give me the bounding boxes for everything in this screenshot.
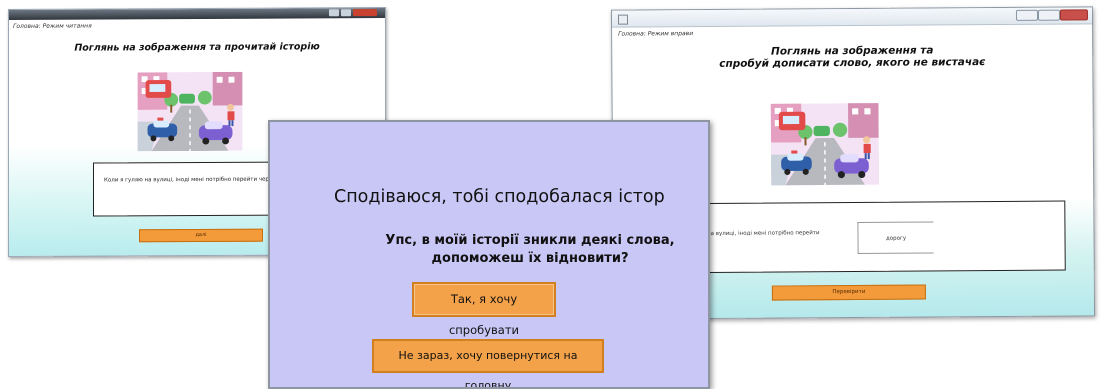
answer-input[interactable]: дорогу [857, 221, 934, 254]
minimize-icon[interactable] [1015, 9, 1039, 21]
next-button[interactable]: далі [139, 228, 263, 243]
page-title-line2: спробуй дописати слово, якого не вистача… [719, 56, 986, 70]
title-bar [611, 7, 1093, 28]
page-title: Поглянь на зображення та спробуй дописат… [612, 43, 1092, 70]
maximize-icon[interactable] [341, 9, 351, 17]
app-icon [617, 14, 629, 25]
maximize-icon[interactable] [1037, 9, 1061, 21]
question-message: Упс, в моїй історії зникли деякі слова, … [385, 233, 675, 266]
story-text-box: Коли я гуляю на вулиці, іноді мені потрі… [651, 200, 1066, 274]
try-button[interactable]: Так, я хочу спробувати [412, 282, 556, 337]
street-illustration [771, 98, 880, 191]
mode-subtitle: Головна: Режим читання [13, 22, 92, 30]
close-icon[interactable] [1059, 9, 1089, 21]
back-home-button[interactable]: Не зараз, хочу повернутися на головну [372, 339, 604, 387]
check-button[interactable]: Перевірити [771, 284, 926, 301]
title-bar [9, 8, 385, 20]
page-title: Поглянь на зображення та прочитай історі… [74, 41, 320, 54]
minimize-icon[interactable] [329, 9, 339, 17]
hope-message: Сподіваюся, тобі сподобалася істор [334, 187, 665, 207]
street-illustration [137, 72, 243, 152]
prompt-dialog: Сподіваюся, тобі сподобалася істор Упс, … [268, 120, 710, 389]
close-icon[interactable] [353, 9, 377, 17]
